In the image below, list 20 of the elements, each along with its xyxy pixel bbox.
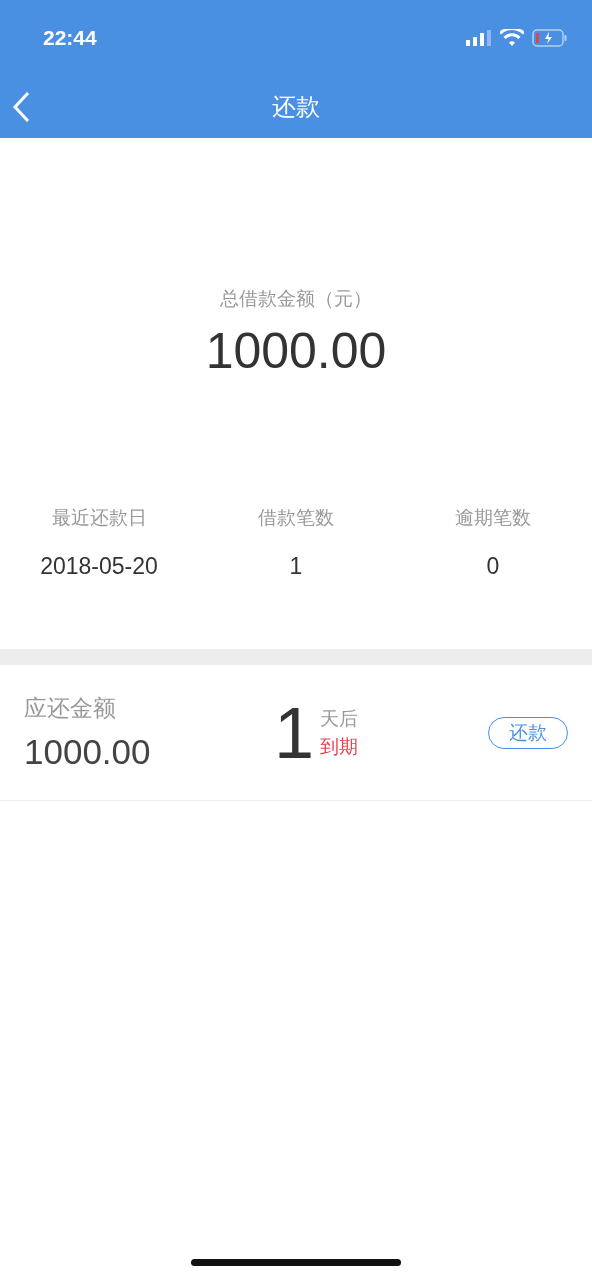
due-text: 到期: [320, 733, 359, 759]
battery-icon: [532, 28, 568, 47]
total-loan-amount: 1000.00: [205, 322, 387, 380]
stat-value: 0: [486, 553, 500, 580]
back-icon: [12, 90, 30, 123]
due-amount: 1000.00: [24, 732, 152, 772]
stat-label: 逾期笔数: [455, 505, 531, 530]
days-count: 1: [274, 696, 315, 769]
stat-label: 借款笔数: [258, 505, 334, 530]
page-title: 还款: [272, 91, 320, 123]
stat-value: 2018-05-20: [40, 553, 158, 580]
days-unit: 天后: [320, 705, 359, 731]
stat-value: 1: [289, 553, 303, 580]
wifi-icon: [500, 29, 524, 46]
total-loan-label: 总借款金额（元）: [220, 286, 372, 311]
stat-label: 最近还款日: [51, 505, 147, 530]
signal-icon: [466, 29, 492, 46]
repay-button[interactable]: 还款: [488, 716, 568, 749]
due-amount-label: 应还金额: [24, 694, 117, 723]
status-time: 22:44: [43, 25, 97, 50]
